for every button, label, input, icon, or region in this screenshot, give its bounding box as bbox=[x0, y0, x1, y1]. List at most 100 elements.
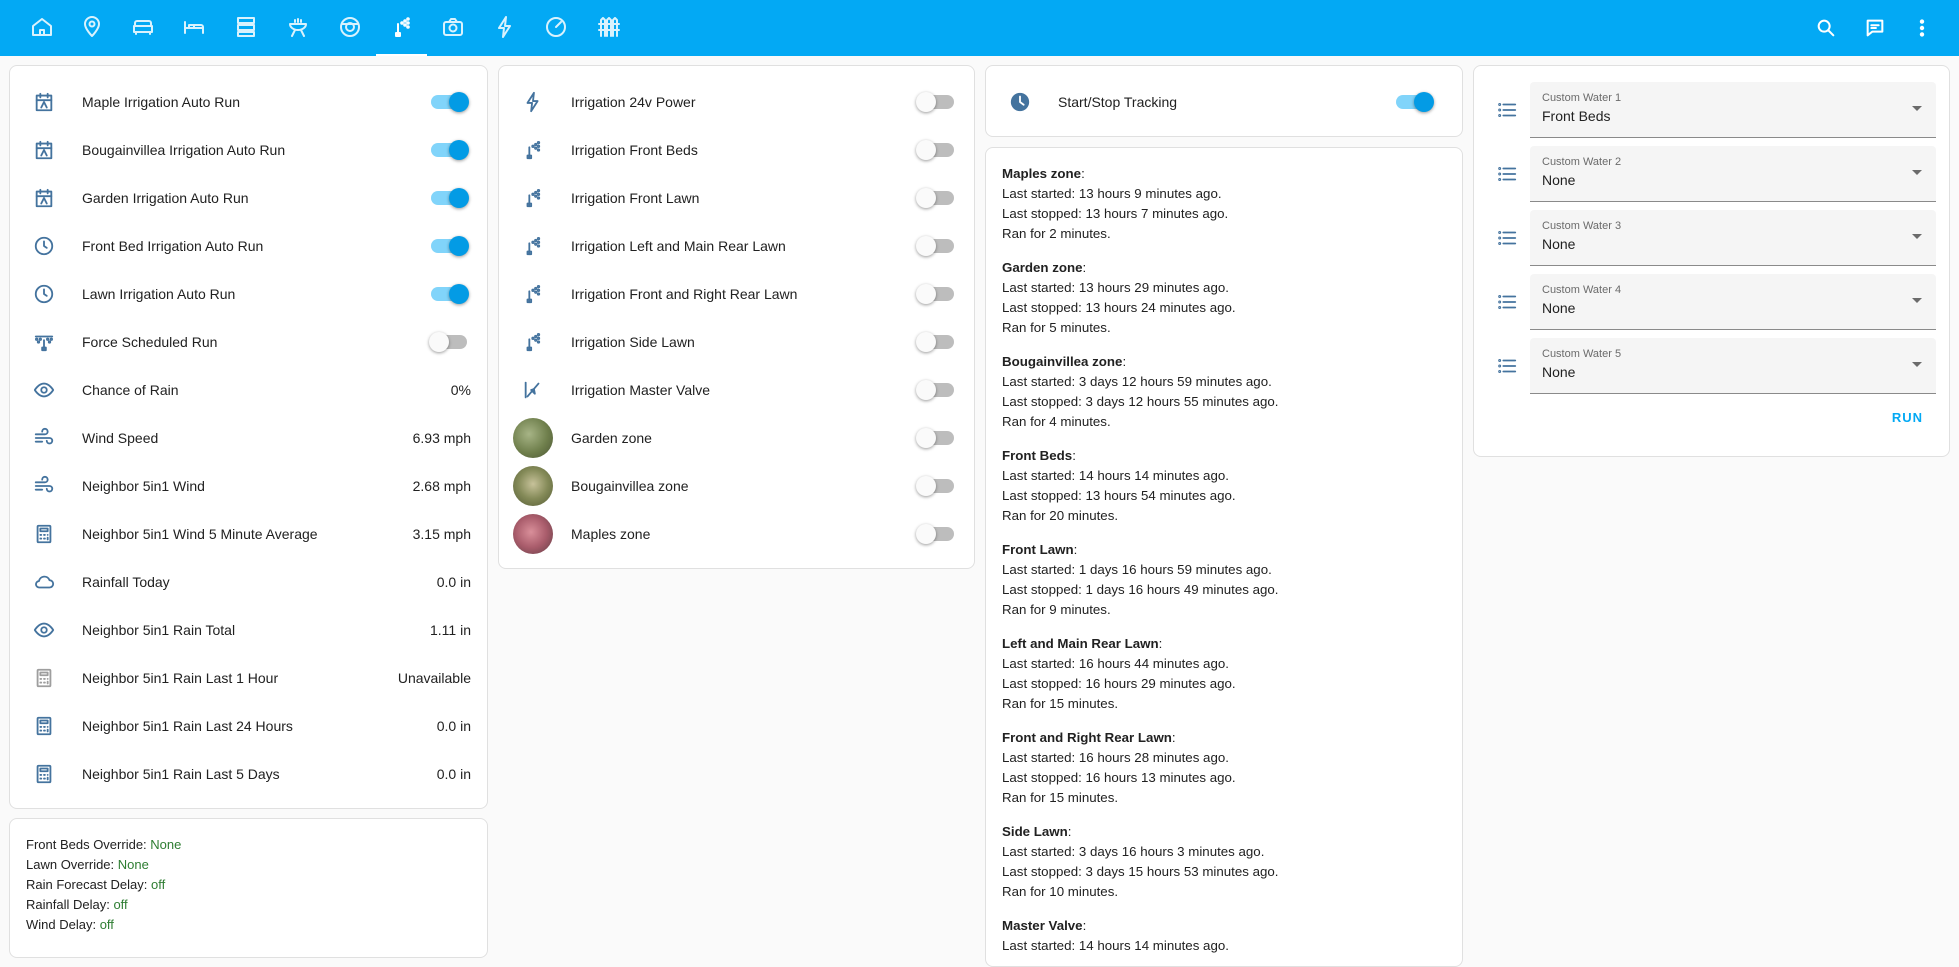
sofa-icon bbox=[131, 15, 155, 42]
zone-ran-text: Ran for 9 minutes. bbox=[1002, 602, 1111, 617]
tab-fence[interactable] bbox=[582, 0, 633, 56]
bed-icon bbox=[182, 15, 206, 42]
clock-icon bbox=[1008, 90, 1032, 114]
entity-toggle[interactable] bbox=[916, 236, 954, 256]
select-label: Custom Water 1 bbox=[1542, 92, 1622, 104]
status-line: Front Beds Override: None bbox=[26, 837, 181, 852]
entity-row: Chance of Rain 0% bbox=[10, 366, 487, 414]
entity-toggle[interactable] bbox=[431, 236, 469, 256]
entity-toggle[interactable] bbox=[916, 140, 954, 160]
entity-toggle[interactable] bbox=[916, 332, 954, 352]
entity-row[interactable]: Force Scheduled Run bbox=[10, 318, 487, 366]
eye-icon bbox=[32, 618, 56, 642]
irrigation-switches-card: Irrigation 24v Power Irrigation Front Bed… bbox=[498, 65, 975, 569]
entity-toggle[interactable] bbox=[431, 284, 469, 304]
tab-robot-vacuum[interactable] bbox=[324, 0, 375, 56]
entity-row[interactable]: Irrigation Side Lawn bbox=[499, 318, 974, 366]
custom-water-select-1[interactable]: Custom Water 1 Front Beds bbox=[1530, 82, 1936, 138]
entity-row[interactable]: Irrigation Left and Main Rear Lawn bbox=[499, 222, 974, 270]
tab-sofa[interactable] bbox=[117, 0, 168, 56]
custom-water-select-2[interactable]: Custom Water 2 None bbox=[1530, 146, 1936, 202]
tab-camera[interactable] bbox=[427, 0, 478, 56]
entity-row[interactable]: Bougainvillea zone bbox=[499, 462, 974, 510]
entity-toggle[interactable] bbox=[916, 428, 954, 448]
entity-toggle[interactable] bbox=[916, 380, 954, 400]
zone-started-text: Last started: 3 days 12 hours 59 minutes… bbox=[1002, 374, 1272, 389]
zone-stopped-text: Last stopped: 16 hours 13 minutes ago. bbox=[1002, 770, 1236, 785]
entity-row[interactable]: Front Bed Irrigation Auto Run bbox=[10, 222, 487, 270]
entity-value: 2.68 mph bbox=[412, 478, 471, 494]
entity-row[interactable]: Irrigation Front Lawn bbox=[499, 174, 974, 222]
tracking-row[interactable]: Start/Stop Tracking bbox=[986, 78, 1462, 126]
entity-toggle[interactable] bbox=[916, 188, 954, 208]
custom-water-select-4[interactable]: Custom Water 4 None bbox=[1530, 274, 1936, 330]
entity-label: Irrigation Left and Main Rear Lawn bbox=[571, 238, 786, 254]
entity-toggle[interactable] bbox=[431, 188, 469, 208]
zone-history-title: Garden zone: bbox=[1002, 260, 1087, 275]
select-label: Custom Water 4 bbox=[1542, 284, 1622, 296]
tracking-toggle[interactable] bbox=[1396, 92, 1434, 112]
entity-toggle[interactable] bbox=[431, 140, 469, 160]
status-value: off bbox=[99, 917, 114, 932]
zone-ran-text: Ran for 10 minutes. bbox=[1002, 884, 1119, 899]
entity-row[interactable]: Irrigation Master Valve bbox=[499, 366, 974, 414]
entity-toggle[interactable] bbox=[431, 92, 469, 112]
irrigation-settings-card: Maple Irrigation Auto Run Bougainvillea I… bbox=[9, 65, 488, 809]
format-list-icon bbox=[1496, 163, 1520, 187]
zone-name: Front and Right Rear Lawn bbox=[1002, 730, 1172, 745]
status-line: Wind Delay: off bbox=[26, 917, 114, 932]
zone-started-text: Last started: 14 hours 14 minutes ago. bbox=[1002, 938, 1229, 953]
entity-row[interactable]: Garden zone bbox=[499, 414, 974, 462]
sprinkler-icon bbox=[521, 138, 545, 162]
entity-label: Lawn Irrigation Auto Run bbox=[82, 286, 236, 302]
entity-toggle[interactable] bbox=[916, 284, 954, 304]
entity-toggle[interactable] bbox=[916, 476, 954, 496]
tab-home[interactable] bbox=[16, 0, 67, 56]
status-line: Rainfall Delay: off bbox=[26, 897, 128, 912]
more-vert-icon[interactable] bbox=[1902, 8, 1942, 48]
entity-row[interactable]: Maple Irrigation Auto Run bbox=[10, 78, 487, 126]
select-value: None bbox=[1542, 236, 1576, 252]
entity-row[interactable]: Garden Irrigation Auto Run bbox=[10, 174, 487, 222]
zone-history-entry: Maples zone: Last started: 13 hours 9 min… bbox=[1002, 164, 1228, 244]
entity-row[interactable]: Irrigation Front Beds bbox=[499, 126, 974, 174]
flash-icon bbox=[521, 90, 545, 114]
entity-value: 0% bbox=[450, 382, 471, 398]
entity-label: Chance of Rain bbox=[82, 382, 179, 398]
entity-row[interactable]: Irrigation 24v Power bbox=[499, 78, 974, 126]
entity-label: Force Scheduled Run bbox=[82, 334, 218, 350]
tab-speedometer[interactable] bbox=[530, 0, 581, 56]
entity-toggle[interactable] bbox=[916, 524, 954, 544]
entity-label: Irrigation Front Beds bbox=[571, 142, 698, 158]
entity-row[interactable]: Maples zone bbox=[499, 510, 974, 558]
zone-stopped-text: Last stopped: 13 hours 24 minutes ago. bbox=[1002, 300, 1236, 315]
entity-row: Wind Speed 6.93 mph bbox=[10, 414, 487, 462]
entity-row: Neighbor 5in1 Rain Last 5 Days 0.0 in bbox=[10, 750, 487, 798]
zone-ran-text: Ran for 15 minutes. bbox=[1002, 790, 1119, 805]
zone-history-title: Maples zone: bbox=[1002, 166, 1085, 181]
custom-water-select-3[interactable]: Custom Water 3 None bbox=[1530, 210, 1936, 266]
tab-server[interactable] bbox=[220, 0, 271, 56]
run-button[interactable]: RUN bbox=[1892, 410, 1923, 425]
tab-bed[interactable] bbox=[168, 0, 219, 56]
custom-water-select-5[interactable]: Custom Water 5 None bbox=[1530, 338, 1936, 394]
search-icon[interactable] bbox=[1806, 8, 1846, 48]
entity-row[interactable]: Irrigation Front and Right Rear Lawn bbox=[499, 270, 974, 318]
entity-row[interactable]: Lawn Irrigation Auto Run bbox=[10, 270, 487, 318]
status-label: Rain Forecast Delay: bbox=[26, 877, 151, 892]
tab-sprinkler[interactable] bbox=[376, 0, 427, 56]
entity-toggle[interactable] bbox=[429, 332, 467, 352]
zone-ran-text: Ran for 5 minutes. bbox=[1002, 320, 1111, 335]
calendar-auto-icon bbox=[32, 90, 56, 114]
tab-grill[interactable] bbox=[272, 0, 323, 56]
dropdown-arrow-icon bbox=[1912, 106, 1922, 111]
assist-icon[interactable] bbox=[1855, 8, 1895, 48]
zone-history-entry: Master Valve: Last started: 14 hours 14 m… bbox=[1002, 916, 1229, 956]
tab-flash[interactable] bbox=[479, 0, 530, 56]
status-label: Wind Delay: bbox=[26, 917, 100, 932]
zone-name: Garden zone bbox=[1002, 260, 1083, 275]
entity-row[interactable]: Bougainvillea Irrigation Auto Run bbox=[10, 126, 487, 174]
tab-map-marker[interactable] bbox=[66, 0, 117, 56]
entity-toggle[interactable] bbox=[916, 92, 954, 112]
zone-history-entry: Front Lawn: Last started: 1 days 16 hours… bbox=[1002, 540, 1278, 620]
